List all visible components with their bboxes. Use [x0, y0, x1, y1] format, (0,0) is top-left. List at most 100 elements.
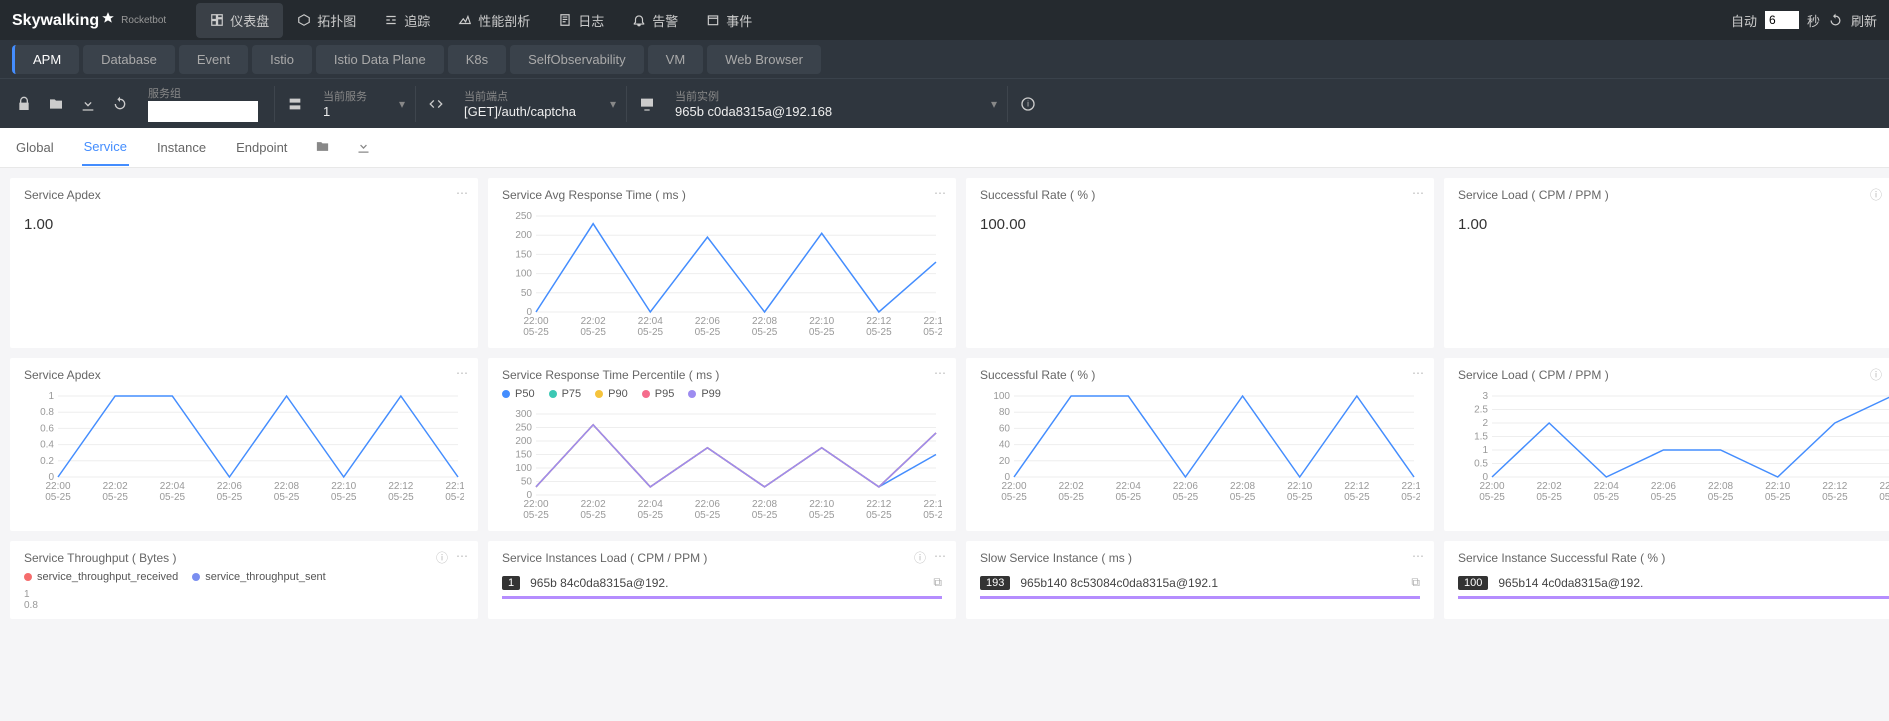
subtab-instance[interactable]: Instance	[155, 130, 208, 165]
more-icon[interactable]: ⋯	[456, 186, 468, 200]
svg-text:22:00: 22:00	[523, 499, 548, 510]
more-icon[interactable]: ⋯	[934, 549, 946, 566]
info-icon[interactable]: i	[1012, 88, 1044, 120]
card-service-apdex: Service Apdex ⋯ 1.00	[10, 178, 478, 348]
svg-text:05-25: 05-25	[1230, 492, 1256, 503]
svg-text:50: 50	[521, 477, 533, 488]
copy-icon[interactable]: ⧉	[1411, 575, 1420, 590]
nav-event[interactable]: 事件	[692, 3, 766, 38]
svg-text:1: 1	[48, 391, 54, 402]
current-endpoint-selector[interactable]: 当前端点 [GET]/auth/captcha ▾	[452, 84, 622, 123]
svg-text:05-25: 05-25	[1651, 492, 1677, 503]
svg-text:0.6: 0.6	[40, 423, 54, 434]
more-icon[interactable]: ⋯	[1412, 366, 1424, 380]
subtab-service[interactable]: Service	[82, 129, 129, 166]
svg-text:22:12: 22:12	[388, 481, 413, 492]
subtab-endpoint[interactable]: Endpoint	[234, 130, 289, 165]
svg-text:22:10: 22:10	[331, 481, 356, 492]
svg-text:200: 200	[515, 436, 532, 447]
service-group-input[interactable]	[148, 101, 258, 122]
tab-istio-data-plane[interactable]: Istio Data Plane	[316, 45, 444, 74]
more-icon[interactable]: ⋯	[934, 186, 946, 200]
nav-profile[interactable]: 性能剖析	[444, 3, 544, 38]
more-icon[interactable]: ⋯	[456, 549, 468, 566]
top-bar: Skywalking Rocketbot 仪表盘拓扑图追踪性能剖析日志告警事件 …	[0, 0, 1889, 40]
info-icon[interactable]: ⓘ	[1870, 186, 1882, 203]
svg-text:05-25: 05-25	[1479, 492, 1505, 503]
tab-apm[interactable]: APM	[12, 45, 79, 74]
info-icon[interactable]: ⓘ	[914, 549, 926, 566]
svg-text:100: 100	[993, 391, 1010, 402]
alarm-icon	[632, 13, 646, 27]
tab-selfobservability[interactable]: SelfObservability	[510, 45, 644, 74]
more-icon[interactable]: ⋯	[456, 366, 468, 380]
service-group-selector[interactable]: 服务组	[136, 81, 270, 126]
svg-text:05-25: 05-25	[809, 510, 835, 521]
refresh-label[interactable]: 刷新	[1851, 11, 1877, 30]
svg-text:0.4: 0.4	[40, 440, 54, 451]
current-service-label: 当前服务	[323, 88, 399, 104]
instance-row: 1 965b 84c0da8315a@192. ⧉	[502, 575, 942, 599]
more-icon[interactable]: ⋯	[934, 366, 946, 380]
folder-icon[interactable]	[315, 139, 330, 157]
card-service-apdex-chart: Service Apdex ⋯ 00.20.40.60.8122:0005-25…	[10, 358, 478, 531]
legend-P50: P50	[502, 388, 535, 400]
card-service-load: Service Load ( CPM / PPM ) ⓘ⋯ 1.00	[1444, 178, 1889, 348]
nav-topology[interactable]: 拓扑图	[283, 3, 370, 38]
tab-istio[interactable]: Istio	[252, 45, 312, 74]
svg-text:05-25: 05-25	[1058, 492, 1084, 503]
refresh-icon[interactable]	[1828, 13, 1843, 28]
instance-badge: 100	[1458, 576, 1488, 590]
tab-k8s[interactable]: K8s	[448, 45, 506, 74]
card-slow-instance: Slow Service Instance ( ms ) ⋯ 193 965b1…	[966, 541, 1434, 619]
svg-text:22:06: 22:06	[1651, 481, 1676, 492]
svg-text:22:08: 22:08	[752, 499, 777, 510]
card-title: Service Load ( CPM / PPM )	[1458, 368, 1889, 382]
chart-service_load_line: 00.511.522.5322:0005-2522:0205-2522:0405…	[1458, 390, 1889, 505]
refresh-interval-input[interactable]	[1765, 11, 1799, 29]
svg-text:20: 20	[999, 456, 1011, 467]
nav-trace[interactable]: 追踪	[370, 3, 444, 38]
legend-P90: P90	[595, 388, 628, 400]
chevron-down-icon: ▾	[610, 97, 616, 111]
tab-vm[interactable]: VM	[648, 45, 704, 74]
legend-service_throughput_sent: service_throughput_sent	[192, 571, 325, 583]
current-instance-selector[interactable]: 当前实例 965b c0da8315a@192.168 ▾	[663, 84, 1003, 123]
nav-dashboard[interactable]: 仪表盘	[196, 3, 283, 38]
card-title: Successful Rate ( % )	[980, 188, 1420, 202]
tab-event[interactable]: Event	[179, 45, 248, 74]
svg-text:i: i	[1027, 99, 1029, 108]
svg-text:22:00: 22:00	[523, 316, 548, 327]
lock-icon[interactable]	[8, 88, 40, 120]
svg-text:300: 300	[515, 409, 532, 420]
folder-icon[interactable]	[40, 88, 72, 120]
info-icon[interactable]: ⓘ	[436, 549, 448, 566]
more-icon[interactable]: ⋯	[1412, 549, 1424, 563]
monitor-icon	[631, 88, 663, 120]
svg-text:05-25: 05-25	[752, 510, 778, 521]
svg-text:22:06: 22:06	[695, 499, 720, 510]
download-icon[interactable]	[72, 88, 104, 120]
code-icon	[420, 88, 452, 120]
copy-icon[interactable]: ⧉	[933, 575, 942, 590]
current-service-selector[interactable]: 当前服务 1 ▾	[311, 84, 411, 123]
legend-P99: P99	[688, 388, 721, 400]
svg-text:3: 3	[1482, 391, 1488, 402]
svg-text:05-25: 05-25	[1173, 492, 1199, 503]
subtab-global[interactable]: Global	[14, 130, 56, 165]
tab-web-browser[interactable]: Web Browser	[707, 45, 821, 74]
reload-icon[interactable]	[104, 88, 136, 120]
nav-log[interactable]: 日志	[544, 3, 618, 38]
nav-alarm[interactable]: 告警	[618, 3, 692, 38]
more-icon[interactable]: ⋯	[1412, 186, 1424, 200]
download-icon[interactable]	[356, 139, 371, 157]
info-icon[interactable]: ⓘ	[1870, 366, 1882, 383]
svg-text:22:14: 22:14	[445, 481, 464, 492]
tab-database[interactable]: Database	[83, 45, 175, 74]
apdex-value: 1.00	[24, 216, 464, 233]
svg-text:22:14: 22:14	[923, 499, 942, 510]
svg-text:05-25: 05-25	[923, 327, 942, 338]
svg-text:22:08: 22:08	[752, 316, 777, 327]
chart-avg_response_time: 05010015020025022:0005-2522:0205-2522:04…	[502, 210, 942, 340]
instance-row: 100 965b14 4c0da8315a@192. ⧉	[1458, 575, 1889, 599]
